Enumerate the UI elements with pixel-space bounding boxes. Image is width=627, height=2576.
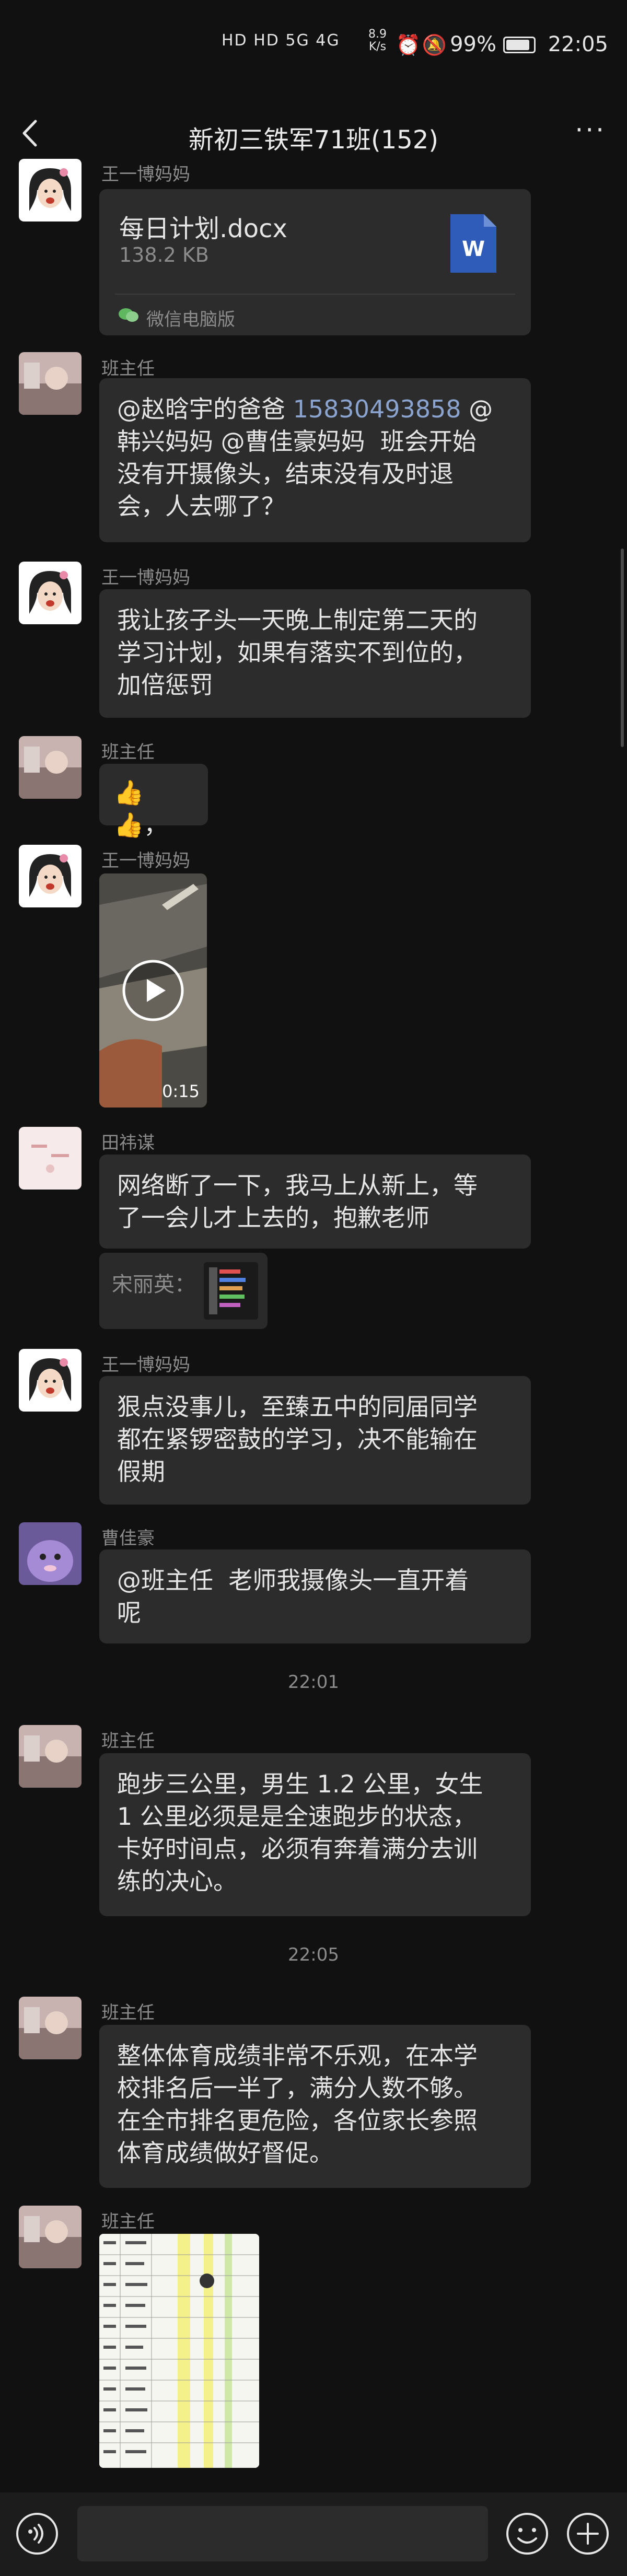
wechat-icon <box>119 308 138 322</box>
avatar[interactable] <box>19 1349 82 1412</box>
sender-name: 王一博妈妈 <box>101 850 190 871</box>
word-file-icon: W <box>450 214 496 273</box>
avatar[interactable] <box>19 845 82 907</box>
avatar[interactable] <box>19 1997 82 2059</box>
image-message[interactable] <box>99 2234 259 2468</box>
voice-icon[interactable] <box>15 2511 60 2556</box>
sender-name: 班主任 <box>101 742 155 763</box>
text-message[interactable]: 网络断了一下，我马上从新上，等 了一会儿才上去的，抱歉老师 <box>99 1155 531 1249</box>
signal-icons: HD HD 5G 4G <box>222 31 340 50</box>
avatar[interactable] <box>19 2206 82 2268</box>
mute-icon: 🔕 <box>422 33 447 56</box>
sender-name: 王一博妈妈 <box>101 164 190 185</box>
sender-name: 田祎谋 <box>101 1133 155 1153</box>
battery-icon <box>503 37 536 53</box>
text-message[interactable]: @班主任 老师我摄像头一直开着 呢 <box>99 1549 531 1643</box>
clock: 22:05 <box>548 32 608 56</box>
play-icon[interactable] <box>122 959 184 1022</box>
file-source: 微信电脑版 <box>146 309 235 330</box>
file-message[interactable]: 每日计划.docx 138.2 KB W 微信电脑版 <box>99 189 531 335</box>
quoted-message[interactable]: 宋丽英： <box>99 1253 268 1329</box>
quote-thumbnail <box>204 1262 258 1320</box>
scrollbar[interactable] <box>621 549 624 747</box>
avatar[interactable] <box>19 736 82 799</box>
divider <box>115 294 515 295</box>
sender-name: 班主任 <box>101 1731 155 1752</box>
avatar[interactable] <box>19 562 82 624</box>
score-sheet-image <box>99 2234 259 2468</box>
video-message[interactable]: 0:15 <box>99 873 207 1108</box>
avatar[interactable] <box>19 1725 82 1788</box>
sender-name: 班主任 <box>101 358 155 379</box>
sender-name: 王一博妈妈 <box>101 567 190 588</box>
text-message[interactable]: 我让孩子头一天晚上制定第二天的 学习计划，如果有落实不到位的， 加倍惩罚 <box>99 589 531 718</box>
file-size: 138.2 KB <box>119 243 209 266</box>
avatar[interactable] <box>19 159 82 222</box>
file-name: 每日计划.docx <box>119 214 287 243</box>
svg-text:W: W <box>462 237 485 261</box>
text-message[interactable]: @赵晗宇的爸爸 15830493858 @ 韩兴妈妈 @曹佳豪妈妈 班会开始 没… <box>99 378 531 542</box>
avatar[interactable] <box>19 1127 82 1190</box>
timestamp: 22:01 <box>288 1672 339 1693</box>
video-duration: 0:15 <box>162 1081 200 1101</box>
net-speed: 8.9 K/s <box>368 28 387 53</box>
text-message[interactable]: 跑步三公里，男生 1.2 公里，女生 1 公里必须是是全速跑步的状态， 卡好时间… <box>99 1753 531 1916</box>
sender-name: 曹佳豪 <box>101 1528 155 1549</box>
sender-name: 班主任 <box>101 2211 155 2232</box>
timestamp: 22:05 <box>288 1944 339 1965</box>
text-message[interactable]: 整体体育成绩非常不乐观，在本学 校排名后一半了，满分人数不够。 在全市排名更危险… <box>99 2025 531 2188</box>
text-message[interactable]: 👍👍， <box>99 764 208 839</box>
message-input[interactable] <box>77 2506 488 2561</box>
chat-header: 新初三铁军71班(152) ··· <box>0 89 627 178</box>
plus-icon[interactable] <box>565 2511 610 2556</box>
text-message[interactable]: 狠点没事儿，至臻五中的同届同学 都在紧锣密鼓的学习，决不能输在 假期 <box>99 1376 531 1505</box>
more-options-icon[interactable]: ··· <box>575 115 606 145</box>
mention-text[interactable]: @赵晗宇的爸爸 <box>117 395 293 423</box>
battery-percent: 99% <box>450 32 496 56</box>
alarm-icon: ⏰ <box>396 33 421 56</box>
phone-link[interactable]: 15830493858 <box>293 395 461 423</box>
quote-sender: 宋丽英： <box>112 1273 195 1297</box>
avatar[interactable] <box>19 352 82 415</box>
sender-name: 班主任 <box>101 2002 155 2023</box>
chat-title: 新初三铁军71班(152) <box>188 125 439 155</box>
sender-name: 王一博妈妈 <box>101 1355 190 1376</box>
input-bar <box>0 2492 627 2576</box>
emoji-icon[interactable] <box>505 2511 550 2556</box>
avatar[interactable] <box>19 1522 82 1585</box>
status-bar: HD HD 5G 4G 8.9 K/s ⏰ 🔕 99% 22:05 <box>0 0 627 89</box>
